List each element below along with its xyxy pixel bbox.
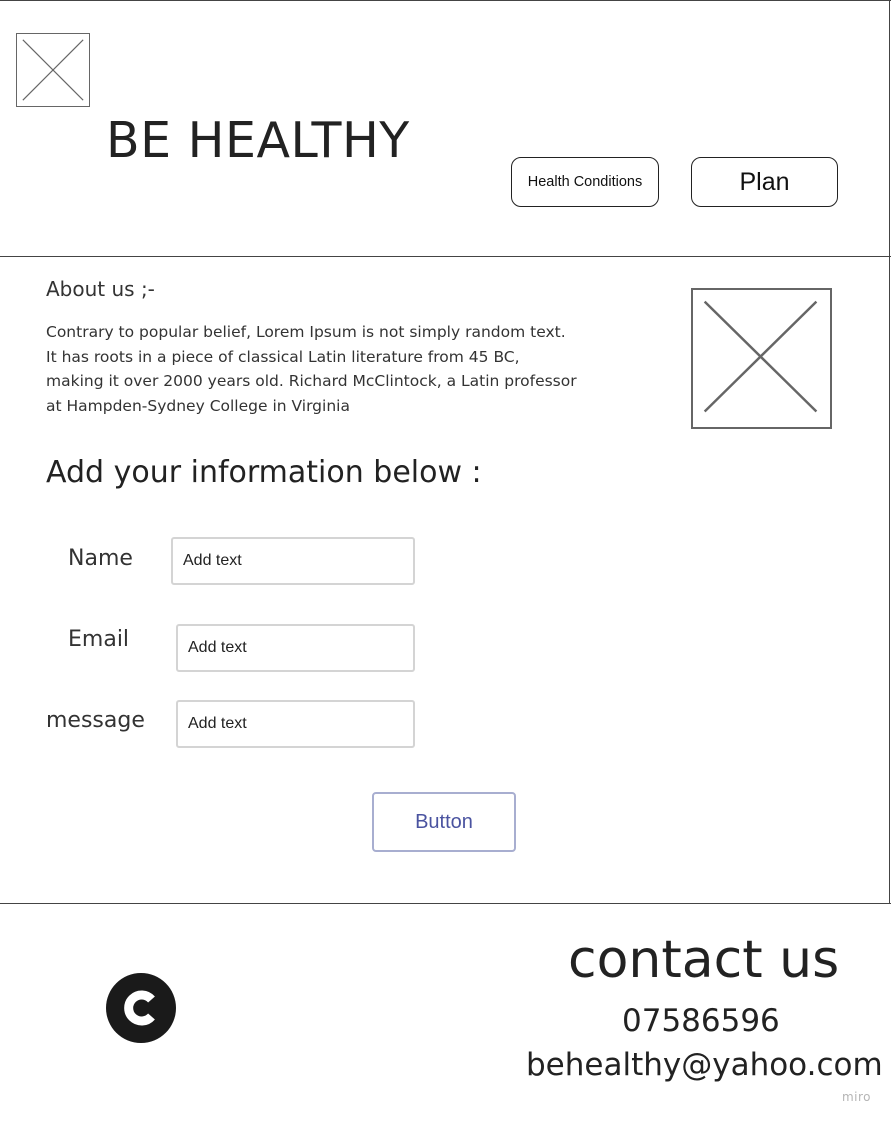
contact-phone: 07586596	[622, 1003, 780, 1039]
about-text-line: making it over 2000 years old. Richard M…	[46, 372, 577, 390]
footer-divider	[0, 903, 891, 904]
contact-title: contact us	[568, 930, 840, 990]
logo-image-placeholder	[16, 33, 90, 107]
plan-label: Plan	[739, 167, 790, 196]
health-conditions-button[interactable]: Health Conditions	[511, 157, 659, 207]
about-text: Contrary to popular belief, Lorem Ipsum …	[46, 320, 606, 418]
plan-button[interactable]: Plan	[691, 157, 838, 207]
about-text-line: It has roots in a piece of classical Lat…	[46, 347, 520, 366]
health-conditions-label: Health Conditions	[527, 174, 643, 190]
image-placeholder-icon	[703, 300, 818, 413]
email-input[interactable]	[176, 624, 415, 672]
name-input[interactable]	[171, 537, 415, 585]
form-heading: Add your information below :	[46, 455, 482, 490]
site-title: BE HEALTHY	[106, 112, 410, 169]
about-title: About us ;-	[46, 277, 155, 301]
about-text-line: at Hampden-Sydney College in Virginia	[46, 396, 350, 415]
top-border	[0, 0, 891, 1]
name-label: Name	[68, 546, 133, 571]
header-divider	[0, 256, 891, 257]
right-border	[889, 0, 890, 903]
email-label: Email	[68, 627, 130, 652]
c-logo-glyph	[124, 990, 155, 1026]
submit-label: Button	[415, 810, 473, 833]
about-image-placeholder	[691, 288, 832, 429]
message-label: message	[46, 708, 145, 733]
contact-email: behealthy@yahoo.com	[526, 1047, 883, 1083]
miro-watermark: miro	[841, 1090, 871, 1104]
submit-button[interactable]: Button	[372, 792, 516, 852]
about-text-line: Contrary to popular belief, Lorem Ipsum …	[46, 323, 566, 341]
message-input[interactable]	[176, 700, 415, 748]
copyright-c-icon	[106, 973, 176, 1043]
image-placeholder-icon	[22, 39, 84, 101]
